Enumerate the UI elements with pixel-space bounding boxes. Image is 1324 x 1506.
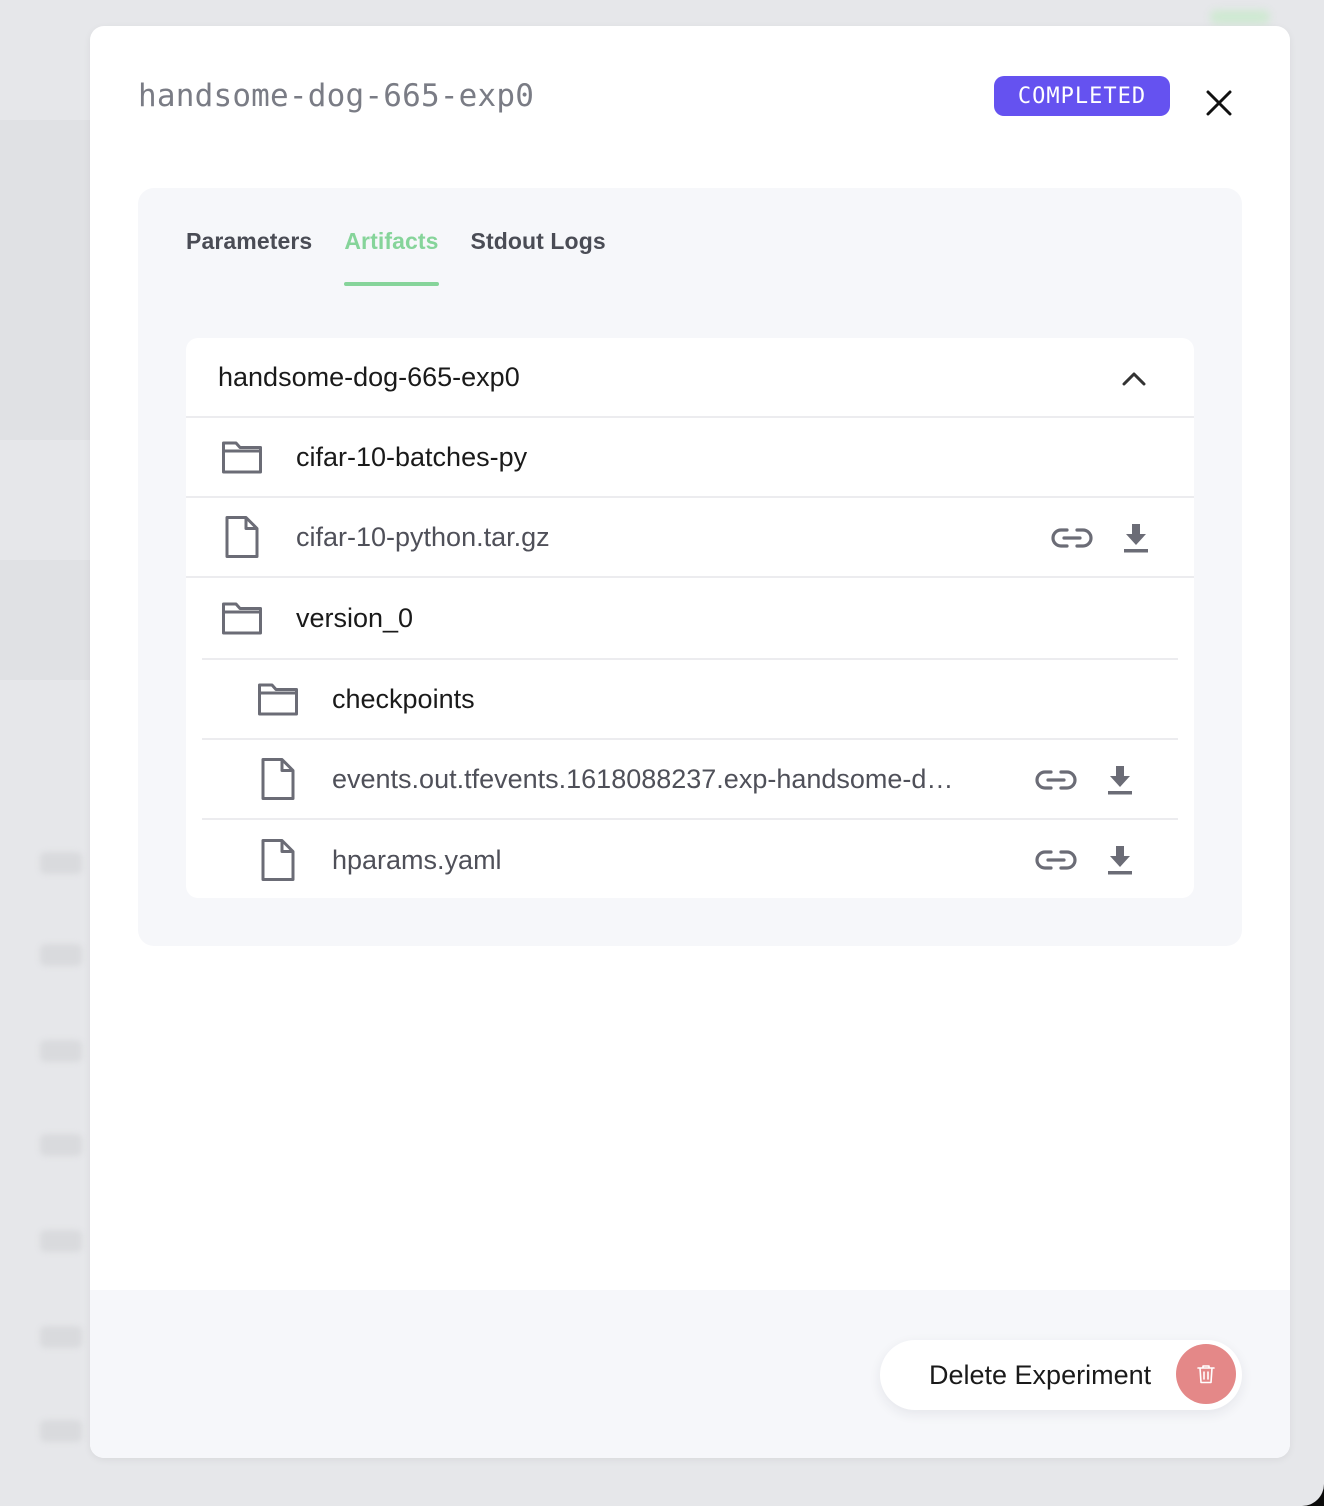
trash-icon xyxy=(1176,1344,1236,1404)
file-icon xyxy=(220,515,264,559)
folder-icon xyxy=(220,596,264,640)
artifact-root-header[interactable]: handsome-dog-665-exp0 xyxy=(186,338,1194,418)
copy-link-button[interactable] xyxy=(1034,840,1078,880)
folder-icon xyxy=(220,435,264,479)
artifact-row-folder[interactable]: checkpoints xyxy=(202,660,1178,740)
download-button[interactable] xyxy=(1114,518,1158,558)
artifact-name: checkpoints xyxy=(332,683,475,714)
tab-artifacts[interactable]: Artifacts xyxy=(344,228,439,286)
copy-link-button[interactable] xyxy=(1050,518,1094,558)
link-icon xyxy=(1035,770,1077,790)
download-icon xyxy=(1124,524,1148,553)
close-icon xyxy=(1206,90,1232,116)
download-icon xyxy=(1108,846,1132,875)
artifact-name: events.out.tfevents.1618088237.exp-hands… xyxy=(332,763,954,794)
background-accent xyxy=(1210,10,1270,24)
status-badge: COMPLETED xyxy=(994,76,1170,116)
close-button[interactable] xyxy=(1202,86,1236,120)
folder-icon xyxy=(256,677,300,721)
download-button[interactable] xyxy=(1098,760,1142,800)
artifact-name: version_0 xyxy=(296,602,414,633)
artifact-row-file[interactable]: cifar-10-python.tar.gz xyxy=(186,498,1194,578)
artifact-actions xyxy=(1014,760,1142,800)
link-icon xyxy=(1035,850,1077,870)
experiment-modal: handsome-dog-665-exp0 COMPLETED Paramete… xyxy=(90,26,1290,1458)
artifact-name: hparams.yaml xyxy=(332,844,502,875)
tab-bar: Parameters Artifacts Stdout Logs xyxy=(186,228,638,286)
artifact-tree: handsome-dog-665-exp0 cifar-10-batches-p… xyxy=(186,338,1194,898)
details-panel: Parameters Artifacts Stdout Logs handsom… xyxy=(138,188,1242,946)
background-row xyxy=(40,852,82,874)
background-row xyxy=(40,1420,82,1442)
artifact-name: cifar-10-batches-py xyxy=(296,441,528,472)
file-icon xyxy=(256,757,300,801)
background-row xyxy=(40,1134,82,1156)
copy-link-button[interactable] xyxy=(1034,760,1078,800)
chevron-up-icon xyxy=(1122,372,1146,386)
artifact-root-label: handsome-dog-665-exp0 xyxy=(218,361,520,392)
artifact-actions xyxy=(1014,840,1142,880)
tab-stdout-logs[interactable]: Stdout Logs xyxy=(471,228,606,284)
artifact-name: cifar-10-python.tar.gz xyxy=(296,521,550,552)
tab-parameters[interactable]: Parameters xyxy=(186,228,312,284)
delete-experiment-button[interactable]: Delete Experiment xyxy=(880,1340,1242,1410)
background-row xyxy=(40,1326,82,1348)
background-row xyxy=(40,1230,82,1252)
download-icon xyxy=(1108,766,1132,795)
artifact-row-file[interactable]: events.out.tfevents.1618088237.exp-hands… xyxy=(202,740,1178,820)
background-band xyxy=(0,560,90,680)
background-row xyxy=(40,944,82,966)
artifact-row-folder[interactable]: version_0 xyxy=(186,578,1194,658)
artifact-row-file[interactable]: hparams.yaml xyxy=(202,820,1178,898)
modal-footer: Delete Experiment xyxy=(90,1290,1290,1458)
artifact-actions xyxy=(1030,518,1158,558)
background-app xyxy=(0,0,90,1506)
artifact-row-folder[interactable]: cifar-10-batches-py xyxy=(186,418,1194,498)
link-icon xyxy=(1051,528,1093,548)
delete-experiment-label: Delete Experiment xyxy=(929,1359,1152,1390)
background-band xyxy=(0,120,90,440)
modal-title: handsome-dog-665-exp0 xyxy=(138,78,535,114)
file-icon xyxy=(256,838,300,882)
background-row xyxy=(40,1040,82,1062)
download-button[interactable] xyxy=(1098,840,1142,880)
window-corner xyxy=(1300,1482,1324,1506)
